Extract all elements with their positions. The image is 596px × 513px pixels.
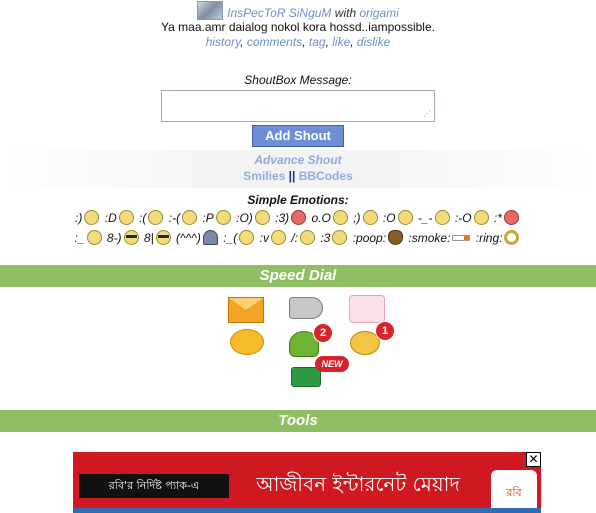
advance-shout-link[interactable]: Advance Shout bbox=[0, 150, 596, 168]
cry-icon[interactable] bbox=[239, 230, 255, 245]
devil-icon[interactable] bbox=[291, 210, 307, 225]
tongue-icon[interactable] bbox=[215, 210, 231, 225]
resize-grip-icon[interactable]: ⋰ bbox=[422, 109, 432, 119]
with-label: with bbox=[334, 6, 357, 20]
emotions-title: Simple Emotions: bbox=[247, 193, 349, 207]
emo-code: :-( bbox=[168, 211, 181, 225]
emo-code: (^^^) bbox=[176, 231, 201, 245]
emo-code: -_- bbox=[417, 211, 433, 225]
shark-icon[interactable] bbox=[202, 230, 218, 245]
emo-code: :poop: bbox=[352, 231, 387, 245]
emo-code: :_( bbox=[223, 231, 238, 245]
emotions-row-2: :_ 8-) 8| (^^^) :_( :v /: :3 :poop: :smo… bbox=[0, 228, 596, 248]
angel-icon[interactable] bbox=[254, 210, 270, 225]
advertisement-banner[interactable]: রবি'র নির্দিষ্ট প্যাক-এ আজীবন ইন্টারনেট … bbox=[73, 452, 541, 513]
emo-code: :_ bbox=[74, 231, 85, 245]
poop-icon[interactable] bbox=[388, 230, 404, 245]
kiss-icon[interactable] bbox=[503, 210, 519, 225]
comments-link[interactable]: comments bbox=[247, 35, 302, 49]
emo-code: :3) bbox=[275, 211, 290, 225]
shoutbox-label: ShoutBox Message: bbox=[244, 73, 352, 87]
emo-code: :) bbox=[75, 211, 83, 225]
avatar[interactable] bbox=[197, 1, 224, 20]
smilies-link[interactable]: Smilies bbox=[243, 169, 285, 183]
advance-links: Advance Shout Smilies || BBCodes bbox=[0, 150, 596, 188]
wink-icon[interactable] bbox=[362, 210, 378, 225]
emo-code: :P bbox=[202, 211, 214, 225]
megaphone-icon[interactable] bbox=[289, 297, 323, 319]
people-badge: 2 bbox=[313, 323, 333, 343]
gasp-icon[interactable] bbox=[473, 210, 489, 225]
confused-icon[interactable] bbox=[332, 210, 348, 225]
bbcodes-link[interactable]: BBCodes bbox=[299, 169, 353, 183]
speed-dial-header: Speed Dial bbox=[0, 265, 596, 287]
post-actions: history, comments, tag, like, dislike bbox=[205, 35, 391, 49]
add-shout-button[interactable]: Add Shout bbox=[252, 125, 344, 147]
envelope-icon[interactable] bbox=[228, 297, 264, 323]
cat-face-icon[interactable] bbox=[332, 230, 348, 245]
emo-code: :3 bbox=[320, 231, 331, 245]
ring-icon[interactable] bbox=[504, 230, 520, 245]
happy-icon[interactable] bbox=[86, 230, 102, 245]
emotions-panel: Simple Emotions: :) :D :( :-( :P :O) :3)… bbox=[0, 193, 596, 248]
emo-code: 8| bbox=[143, 231, 154, 245]
smilies-line: Smilies || BBCodes bbox=[0, 168, 596, 184]
tag-link[interactable]: tag bbox=[309, 35, 326, 49]
author-line: InsPecToR SiNguM with origami bbox=[0, 1, 596, 20]
post: InsPecToR SiNguM with origami Ya maa.amr… bbox=[0, 0, 596, 49]
new-badge: NEW bbox=[315, 356, 349, 372]
like-link[interactable]: like bbox=[332, 35, 350, 49]
ad-main-text: আজীবন ইন্টারনেট মেয়াদ bbox=[256, 472, 460, 496]
speed-dial: 2 1 NEW bbox=[0, 295, 596, 395]
author-link[interactable]: InsPecToR SiNguM bbox=[227, 6, 331, 20]
annoyed-icon[interactable] bbox=[434, 210, 450, 225]
ad-bottom-strip bbox=[73, 508, 541, 513]
money-icon[interactable] bbox=[291, 367, 321, 387]
emo-code: :ring: bbox=[475, 231, 503, 245]
emo-code: :( bbox=[139, 211, 147, 225]
emo-code: ;) bbox=[353, 211, 361, 225]
emo-code: :v bbox=[259, 231, 269, 245]
surprised-icon[interactable] bbox=[397, 210, 413, 225]
ad-left-text: রবি'র নির্দিষ্ট প্যাক-এ bbox=[79, 474, 229, 498]
emo-code: :D bbox=[104, 211, 117, 225]
glasses-icon[interactable] bbox=[123, 230, 139, 245]
emo-code: :smoke: bbox=[408, 231, 451, 245]
dislike-link[interactable]: dislike bbox=[357, 35, 390, 49]
history-link[interactable]: history bbox=[206, 35, 240, 49]
robi-logo: রবি bbox=[491, 470, 537, 510]
emo-code: :O bbox=[382, 211, 396, 225]
sad-icon[interactable] bbox=[148, 210, 164, 225]
with-user-link[interactable]: origami bbox=[359, 6, 398, 20]
link-separator: || bbox=[288, 169, 296, 183]
emo-code: o.O bbox=[311, 211, 331, 225]
unsure-icon[interactable] bbox=[300, 230, 315, 245]
grin-icon[interactable] bbox=[118, 210, 134, 225]
chat-bubble-icon[interactable] bbox=[230, 329, 264, 355]
emo-code: 8-) bbox=[106, 231, 122, 245]
smile-icon[interactable] bbox=[84, 210, 100, 225]
emo-code: :O) bbox=[236, 211, 253, 225]
shoutbox-textarea[interactable]: ⋰ bbox=[161, 90, 435, 122]
frown-icon[interactable] bbox=[182, 210, 198, 225]
post-message: Ya maa.amr daialog nokol kora hossd..iam… bbox=[161, 20, 435, 34]
emotions-row-1: :) :D :( :-( :P :O) :3) o.O ;) :O -_- :-… bbox=[0, 208, 596, 228]
cigarette-icon[interactable] bbox=[452, 235, 471, 241]
emo-code: :-O bbox=[454, 211, 472, 225]
sms-icon[interactable] bbox=[349, 295, 385, 323]
pacman-icon[interactable] bbox=[270, 230, 286, 245]
shoutbox: ShoutBox Message: ⋰ Add Shout bbox=[0, 72, 596, 147]
ad-close-icon[interactable]: ✕ bbox=[526, 452, 541, 467]
sunglasses-icon[interactable] bbox=[155, 230, 171, 245]
emo-code: /: bbox=[291, 231, 298, 245]
tools-header: Tools bbox=[0, 410, 596, 432]
coins-badge: 1 bbox=[375, 321, 395, 341]
emo-code: :* bbox=[493, 211, 502, 225]
